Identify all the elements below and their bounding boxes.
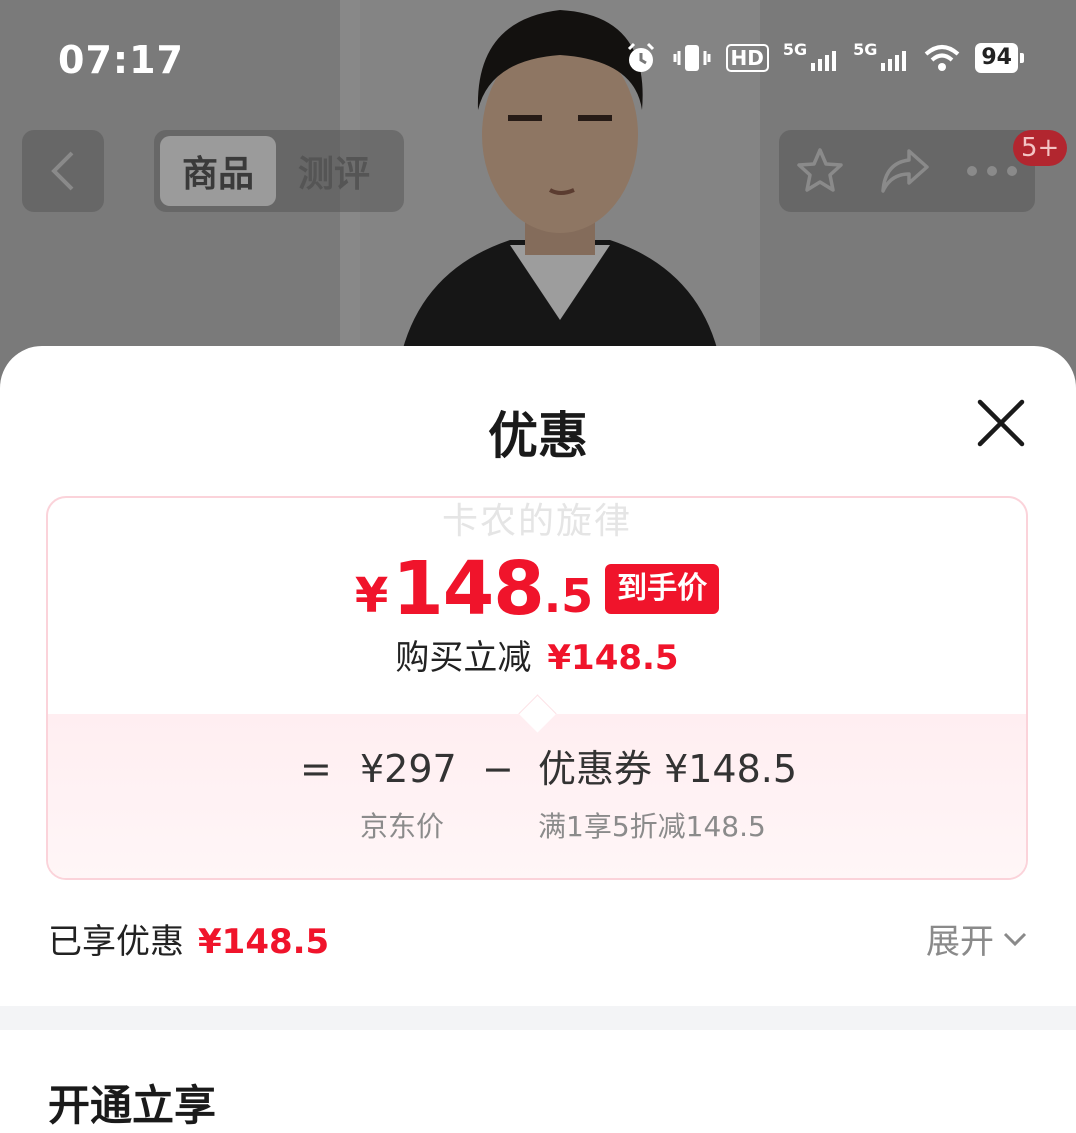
jd-price-caption: 京东价 <box>360 810 445 843</box>
final-price: ¥ 148 .5 到手价 <box>48 550 1026 628</box>
share-icon[interactable] <box>877 145 933 197</box>
signal-icon-1: 5G <box>783 40 839 76</box>
chevron-down-icon <box>1003 932 1027 946</box>
final-price-integer: 148 <box>392 546 544 632</box>
price-formula: = ¥297 − 优惠券 ¥148.5 <box>48 744 1026 794</box>
minus-sign: − <box>482 747 514 791</box>
more-icon[interactable] <box>964 164 1020 178</box>
star-icon[interactable] <box>794 145 846 197</box>
instant-discount-label: 购买立减 <box>395 638 532 678</box>
instant-discount-value: ¥148.5 <box>547 638 679 678</box>
battery-icon: 94 <box>975 40 1024 76</box>
sheet-title: 优惠 <box>488 407 588 465</box>
chevron-left-icon <box>51 151 74 191</box>
price-card: 卡农的旋律 ¥ 148 .5 到手价 购买立减 ¥148.5 = ¥297 − 优… <box>46 496 1028 880</box>
enjoyed-discount: 已享优惠 ¥148.5 <box>48 914 329 963</box>
price-breakdown-panel <box>48 714 1026 878</box>
watermark-text: 卡农的旋律 <box>441 501 632 542</box>
expand-button[interactable]: 展开 <box>926 914 1028 963</box>
hd-voice-icon: HD <box>725 40 769 76</box>
product-review-switch: 商品 测评 <box>154 130 404 212</box>
alarm-icon <box>624 40 658 76</box>
enjoyed-discount-label: 已享优惠 <box>48 922 184 962</box>
close-icon[interactable] <box>974 396 1028 450</box>
jd-price: ¥297 <box>360 747 457 791</box>
coupon-caption: 满1享5折减148.5 <box>538 810 766 843</box>
instant-discount: 购买立减 ¥148.5 <box>48 630 1026 679</box>
signal-icon-2: 5G <box>853 40 909 76</box>
status-bar: 07:17 HD 5G 5G 94 <box>0 0 1076 120</box>
enjoyed-discount-value: ¥148.5 <box>198 922 330 962</box>
final-price-decimal: .5 <box>543 569 594 623</box>
status-time: 07:17 <box>58 38 184 82</box>
product-image-area: 07:17 HD 5G 5G 94 商品 测评 5+ <box>0 0 1076 400</box>
coupon-amount: 优惠券 ¥148.5 <box>538 747 798 791</box>
final-price-currency: ¥ <box>354 568 389 624</box>
equals-sign: = <box>300 747 332 791</box>
vibrate-icon <box>672 40 712 76</box>
status-icons: HD 5G 5G 94 <box>624 40 1024 76</box>
message-count-badge: 5+ <box>1013 130 1068 166</box>
tab-review[interactable]: 测评 <box>276 136 392 206</box>
section-divider <box>0 1006 1076 1030</box>
discount-sheet: 优惠 卡农的旋律 ¥ 148 .5 到手价 购买立减 ¥148.5 = ¥297 … <box>0 346 1076 1130</box>
tab-product[interactable]: 商品 <box>160 136 276 206</box>
expand-label: 展开 <box>926 922 994 962</box>
top-actions <box>779 130 1035 212</box>
wifi-icon <box>923 40 961 76</box>
final-price-tag: 到手价 <box>605 564 720 614</box>
back-button[interactable] <box>22 130 104 212</box>
